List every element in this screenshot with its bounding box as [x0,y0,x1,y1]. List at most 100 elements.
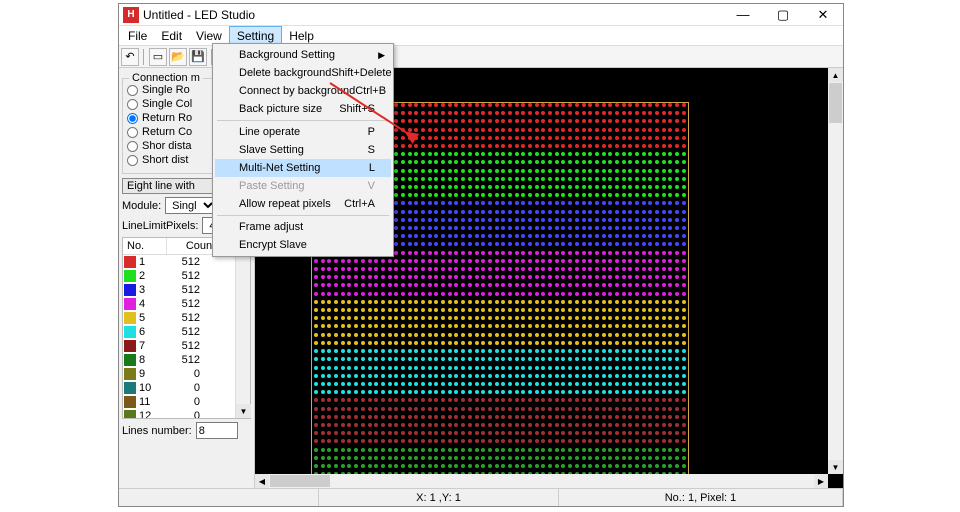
menu-file[interactable]: File [121,26,154,45]
table-row[interactable]: 100 [123,381,235,395]
row-no: 1 [136,256,166,268]
line-table: No. Count 151225123512451255126512751285… [122,237,251,419]
color-swatch [124,270,136,282]
canvas-hscroll[interactable]: ◀ ▶ [255,474,828,488]
canvas-vscroll[interactable]: ▲ ▼ [828,68,843,474]
table-row[interactable]: 8512 [123,353,235,367]
menu-item-shortcut: Shift+Delete [331,67,391,79]
color-swatch [124,326,136,338]
table-row[interactable]: 110 [123,395,235,409]
menu-item-label: Paste Setting [239,180,304,192]
row-no: 6 [136,326,166,338]
row-count: 512 [166,270,206,282]
row-count: 512 [166,312,206,324]
scroll-down-icon[interactable]: ▼ [236,404,251,418]
menu-item[interactable]: Delete backgroundShift+Delete [215,64,391,82]
scroll-left-icon[interactable]: ◀ [255,474,269,488]
scroll-right-icon[interactable]: ▶ [814,474,828,488]
menu-item-shortcut: V [368,180,375,192]
menu-item: Paste Setting V [215,177,391,195]
menu-item[interactable]: Slave SettingS [215,141,391,159]
table-row[interactable]: 2512 [123,269,235,283]
title-bar[interactable]: H Untitled - LED Studio — ▢ ✕ [119,4,843,26]
setting-dropdown: Background Setting▶Delete backgroundShif… [212,43,394,257]
row-count: 0 [166,382,206,394]
status-np: No.: 1, Pixel: 1 [559,489,843,506]
table-row[interactable]: 1512 [123,255,235,269]
table-scrollbar[interactable]: ▲ ▼ [235,238,250,418]
scroll-up-icon[interactable]: ▲ [828,68,843,82]
save-button[interactable]: 💾 [189,48,207,66]
new-button[interactable]: ▭ [149,48,167,66]
app-icon: H [123,7,139,23]
color-swatch [124,396,136,408]
radio-label: Return Co [142,126,192,138]
table-row[interactable]: 120 [123,409,235,418]
lines-number-label: Lines number: [122,425,192,437]
menu-item-label: Multi-Net Setting [239,162,320,174]
table-row[interactable]: 6512 [123,325,235,339]
radio-input[interactable] [127,85,138,96]
row-no: 4 [136,298,166,310]
menu-separator [217,120,389,121]
undo-button[interactable]: ↶ [121,48,139,66]
module-select[interactable]: Singl [165,197,217,214]
row-no: 5 [136,312,166,324]
radio-input[interactable] [127,99,138,110]
lines-number-row: Lines number: [122,422,251,439]
row-count: 512 [166,326,206,338]
row-count: 512 [166,354,206,366]
menu-item[interactable]: Encrypt Slave [215,236,391,254]
col-no[interactable]: No. [123,238,167,254]
table-row[interactable]: 3512 [123,283,235,297]
table-row[interactable]: 5512 [123,311,235,325]
close-button[interactable]: ✕ [803,4,843,26]
table-row[interactable]: 7512 [123,339,235,353]
color-swatch [124,354,136,366]
lines-number-input[interactable] [196,422,238,439]
menu-edit[interactable]: Edit [154,26,189,45]
row-no: 11 [136,396,166,408]
scroll-thumb[interactable] [270,475,330,487]
submenu-arrow-icon: ▶ [378,50,385,61]
row-no: 3 [136,284,166,296]
open-button[interactable]: 📂 [169,48,187,66]
menu-item-label: Delete background [239,67,331,79]
radio-input[interactable] [127,113,138,124]
radio-input[interactable] [127,141,138,152]
color-swatch [124,312,136,324]
row-count: 512 [166,340,206,352]
menu-item[interactable]: Line operate P [215,123,391,141]
minimize-button[interactable]: — [723,4,763,26]
color-swatch [124,298,136,310]
radio-input[interactable] [127,127,138,138]
row-no: 2 [136,270,166,282]
window-title: Untitled - LED Studio [143,8,723,22]
status-xy: X: 1 ,Y: 1 [319,489,559,506]
radio-input[interactable] [127,155,138,166]
menu-item[interactable]: Allow repeat pixelsCtrl+A [215,195,391,213]
row-count: 512 [166,284,206,296]
menu-item-shortcut: Ctrl+A [344,198,375,210]
menu-item[interactable]: Connect by backgroundCtrl+B [215,82,391,100]
table-row[interactable]: 4512 [123,297,235,311]
row-no: 12 [136,410,166,418]
color-swatch [124,368,136,380]
color-swatch [124,382,136,394]
radio-label: Return Ro [142,112,192,124]
row-count: 512 [166,298,206,310]
maximize-button[interactable]: ▢ [763,4,803,26]
scroll-thumb[interactable] [829,83,842,123]
table-row[interactable]: 90 [123,367,235,381]
menu-item[interactable]: Frame adjust [215,218,391,236]
row-no: 10 [136,382,166,394]
radio-label: Shor dista [142,140,192,152]
menu-item-label: Line operate [239,126,300,138]
scroll-down-icon[interactable]: ▼ [828,460,843,474]
menu-item-shortcut: Ctrl+B [355,85,386,97]
menu-item[interactable]: Background Setting▶ [215,46,391,64]
menu-item-shortcut: P [368,126,375,138]
menu-item[interactable]: Back picture sizeShift+S [215,100,391,118]
menu-item[interactable]: Multi-Net SettingL [215,159,391,177]
menu-item-label: Slave Setting [239,144,304,156]
